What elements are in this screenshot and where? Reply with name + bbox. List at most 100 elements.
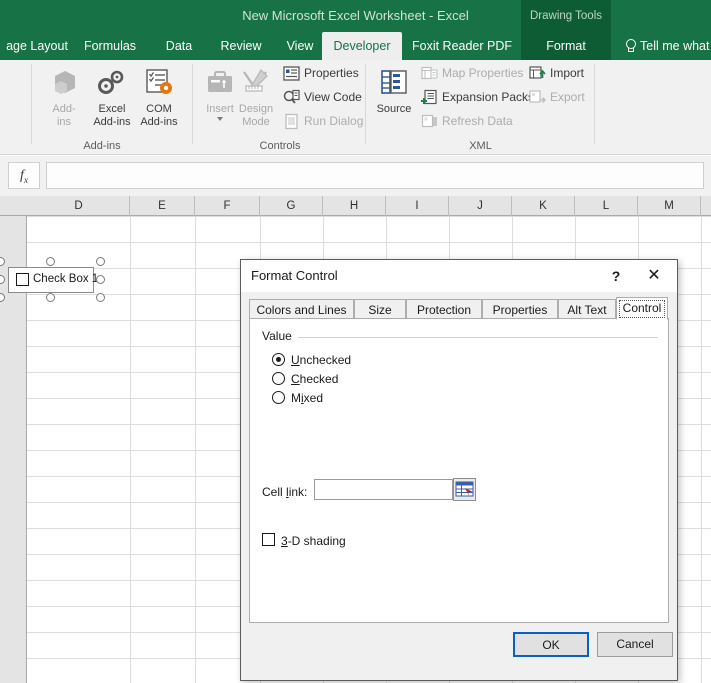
dialog-tab-control[interactable]: Control bbox=[616, 297, 668, 320]
dialog-tab-colors-and-lines[interactable]: Colors and Lines bbox=[249, 299, 354, 319]
properties-icon bbox=[283, 65, 300, 82]
grid-line-vertical bbox=[195, 216, 196, 683]
column-header-L[interactable]: L bbox=[575, 196, 638, 216]
ribbon-tab-strip: age Layout Formulas Data Review View Develope… bbox=[0, 32, 711, 60]
ribbon-tab-foxit-reader-pdf[interactable]: Foxit Reader PDF bbox=[406, 32, 518, 60]
column-header-D[interactable]: D bbox=[28, 196, 130, 216]
ribbon-button-design-mode[interactable]: Design Mode bbox=[232, 64, 280, 128]
ribbon-tab-age-layout[interactable]: age Layout bbox=[0, 32, 74, 60]
ribbon-button-com-addins[interactable]: COM Add-ins bbox=[135, 64, 183, 128]
shading-checkbox-label: 3-D shading bbox=[281, 534, 346, 548]
resize-handle-bottom-center[interactable] bbox=[46, 293, 55, 302]
ribbon-button-export[interactable]: Export bbox=[528, 86, 585, 108]
resize-handle-middle-right[interactable] bbox=[96, 275, 105, 284]
column-header-J[interactable]: J bbox=[449, 196, 512, 216]
grid-line-vertical bbox=[130, 216, 131, 683]
ribbon-tab-review[interactable]: Review bbox=[213, 32, 269, 60]
ribbon-button-label: Source bbox=[376, 103, 412, 115]
dialog-tab-properties[interactable]: Properties bbox=[482, 299, 558, 319]
ok-button[interactable]: OK bbox=[513, 632, 589, 657]
ribbon-button-map-properties[interactable]: Map Properties bbox=[420, 62, 523, 84]
addins-icon bbox=[40, 66, 88, 100]
help-icon[interactable]: ? bbox=[601, 260, 631, 292]
ribbon-button-expansion-packs[interactable]: Expansion Packs bbox=[420, 86, 534, 108]
checkbox-form-control[interactable]: Check Box 1 bbox=[0, 257, 105, 302]
chevron-down-icon[interactable] bbox=[217, 116, 223, 121]
ribbon-tab-data[interactable]: Data bbox=[156, 32, 202, 60]
column-header-E[interactable]: E bbox=[130, 196, 195, 216]
cancel-button[interactable]: Cancel bbox=[597, 632, 673, 657]
ribbon-button-properties[interactable]: Properties bbox=[282, 62, 359, 84]
cell-link-input[interactable] bbox=[314, 479, 453, 500]
shading-checkbox-box[interactable] bbox=[262, 533, 275, 546]
dialog-title-bar: Format Control ? ✕ bbox=[241, 260, 677, 292]
ribbon-button-label: View Code bbox=[304, 90, 362, 104]
ribbon-button-label: Import bbox=[550, 66, 585, 80]
column-header-H[interactable]: H bbox=[323, 196, 386, 216]
ribbon-tab-developer[interactable]: Developer bbox=[322, 32, 402, 60]
group-separator bbox=[192, 64, 193, 144]
ribbon-tab-formulas[interactable]: Formulas bbox=[78, 32, 142, 60]
radio-label: Unchecked bbox=[291, 353, 352, 367]
ribbon-group-label-xml: XML bbox=[469, 140, 492, 152]
tell-me-search[interactable]: Tell me what bbox=[624, 32, 709, 60]
ribbon-button-import[interactable]: Import bbox=[528, 62, 584, 84]
ribbon-button-label: Design bbox=[238, 103, 274, 115]
resize-handle-bottom-right[interactable] bbox=[96, 293, 105, 302]
ribbon-button-label: COM bbox=[146, 103, 172, 115]
value-group-label: Value bbox=[262, 329, 298, 343]
ribbon-group-label-controls: Controls bbox=[259, 140, 301, 152]
dialog-tab-size[interactable]: Size bbox=[354, 299, 406, 319]
focus-ring bbox=[619, 300, 665, 318]
ribbon-group-label-add-ins: Add-ins bbox=[83, 140, 121, 152]
range-selector-icon[interactable] bbox=[453, 478, 476, 501]
ribbon-button-label: Add-ins bbox=[140, 115, 178, 128]
group-separator bbox=[594, 64, 595, 144]
radio-indicator[interactable] bbox=[272, 372, 285, 385]
dialog-tab-label: Protection bbox=[416, 303, 472, 317]
ribbon-button-view-code[interactable]: View Code bbox=[282, 86, 362, 108]
dialog-tab-protection[interactable]: Protection bbox=[406, 299, 482, 319]
radio-label: Mixed bbox=[291, 391, 324, 405]
ribbon-tab-view[interactable]: View bbox=[277, 32, 323, 60]
resize-handle-top-right[interactable] bbox=[96, 257, 105, 266]
expansion-packs-icon bbox=[421, 89, 438, 106]
column-header-M[interactable]: M bbox=[638, 196, 701, 216]
column-header-F[interactable]: F bbox=[195, 196, 260, 216]
ribbon-button-label: Mode bbox=[242, 115, 270, 128]
ribbon-button-xml-source[interactable]: Source bbox=[370, 64, 418, 116]
radio-indicator[interactable] bbox=[272, 353, 285, 366]
excel-window: New Microsoft Excel Worksheet - Excel Dr… bbox=[0, 0, 711, 683]
value-group-divider bbox=[262, 337, 658, 338]
column-header-K[interactable]: K bbox=[512, 196, 575, 216]
export-icon bbox=[529, 89, 547, 106]
column-header-G[interactable]: G bbox=[260, 196, 323, 216]
resize-handle-top-center[interactable] bbox=[46, 257, 55, 266]
contextual-tools-header: Drawing Tools bbox=[521, 0, 611, 32]
ribbon-button-addins[interactable]: Add-ins bbox=[40, 64, 88, 128]
close-icon[interactable]: ✕ bbox=[633, 260, 675, 292]
formula-input[interactable] bbox=[46, 162, 704, 189]
ribbon-button-excel-addins[interactable]: Excel Add-ins bbox=[88, 64, 136, 128]
formula-bar: fx bbox=[0, 156, 711, 196]
ribbon-button-run-dialog[interactable]: Run Dialog bbox=[282, 110, 363, 132]
form-control-checkbox-box[interactable] bbox=[16, 273, 29, 286]
column-header-I[interactable]: I bbox=[386, 196, 449, 216]
column-header-row: DEFGHIJKLM bbox=[0, 196, 711, 216]
ribbon-tab-format[interactable]: Format bbox=[521, 32, 611, 60]
dialog-tab-label: Size bbox=[368, 303, 392, 317]
radio-indicator[interactable] bbox=[272, 391, 285, 404]
ribbon-button-refresh-data[interactable]: Refresh Data bbox=[420, 110, 513, 132]
excel-addins-icon bbox=[88, 66, 136, 100]
title-bar: New Microsoft Excel Worksheet - Excel Dr… bbox=[0, 0, 711, 32]
import-icon bbox=[529, 65, 546, 82]
ribbon-button-label: Run Dialog bbox=[304, 114, 364, 128]
ribbon-button-label: Map Properties bbox=[442, 66, 524, 80]
format-control-dialog: Format Control ? ✕ Value Unchecked Checke… bbox=[240, 259, 678, 681]
refresh-data-icon bbox=[421, 113, 438, 130]
group-separator bbox=[31, 64, 32, 144]
cell-link-label: Cell link: bbox=[262, 485, 308, 499]
run-dialog-icon bbox=[283, 113, 300, 130]
insert-function-icon[interactable]: fx bbox=[8, 162, 40, 189]
dialog-tab-alt-text[interactable]: Alt Text bbox=[558, 299, 616, 319]
